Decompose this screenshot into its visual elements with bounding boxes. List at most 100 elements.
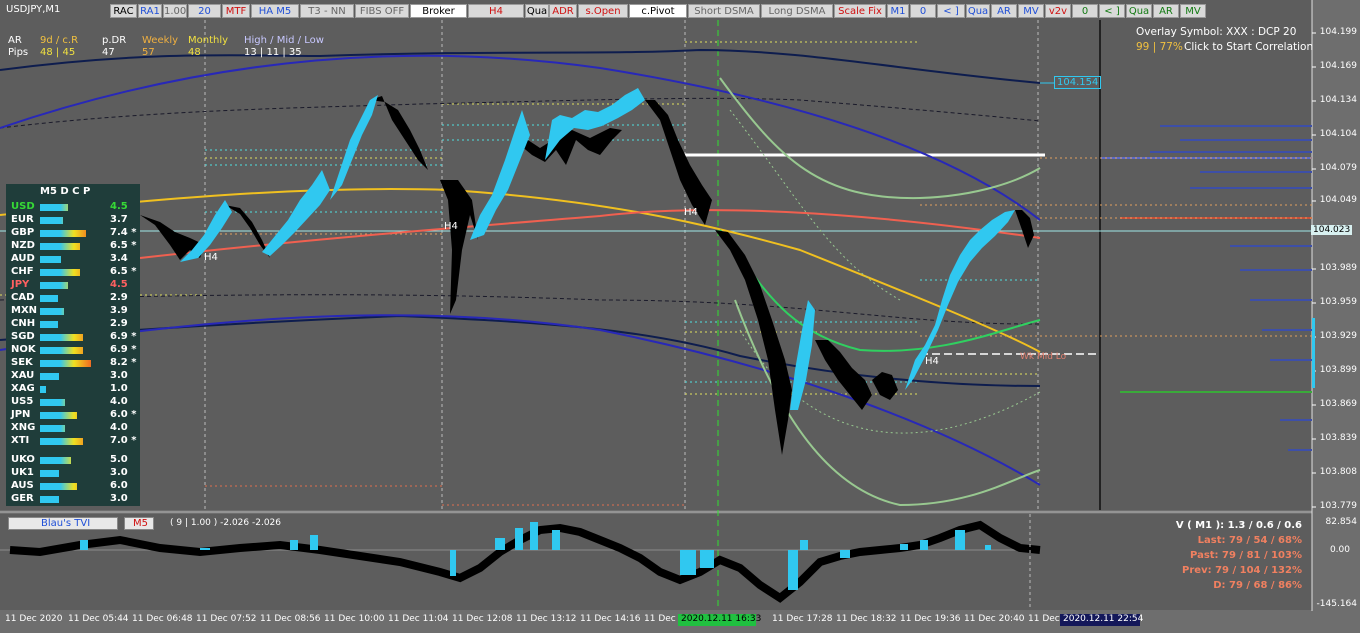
symbol-title: USDJPY,M1 — [6, 4, 61, 15]
toolbar-button-v2v[interactable]: v2v — [1045, 4, 1071, 18]
dcp-strength-bar — [40, 438, 83, 445]
h4-label-4: H4 — [925, 356, 939, 367]
dcp-row-aus[interactable]: AUS 6.0 — [6, 480, 140, 493]
time-tick-label: 11 Dec 17:28 — [772, 614, 833, 624]
toolbar-button-qua[interactable]: Qua — [1126, 4, 1152, 18]
dcp-value: 8.2 * — [110, 357, 137, 368]
toolbar-button-c-pivot[interactable]: c.Pivot — [629, 4, 687, 18]
toolbar-button-h4[interactable]: H4 — [468, 4, 524, 18]
dcp-row-usd[interactable]: USD 4.5 — [6, 201, 140, 214]
toolbar-button-t3-nn[interactable]: T3 - NN — [300, 4, 354, 18]
dcp-row-sgd[interactable]: SGD 6.9 * — [6, 331, 140, 344]
toolbar-button-mv[interactable]: MV — [1180, 4, 1206, 18]
toolbar-button-mtf[interactable]: MTF — [222, 4, 250, 18]
dcp-row-xag[interactable]: XAG 1.0 — [6, 383, 140, 396]
h4-label-3: H4 — [684, 207, 698, 218]
dcp-row-aud[interactable]: AUD 3.4 — [6, 253, 140, 266]
v-stats-last: Last: 79 / 54 / 68% — [1197, 535, 1302, 546]
dcp-value: 3.0 — [110, 467, 128, 478]
dcp-row-xau[interactable]: XAU 3.0 — [6, 370, 140, 383]
dcp-row-gbp[interactable]: GBP 7.4 * — [6, 227, 140, 240]
dcp-row-jpn[interactable]: JPN 6.0 * — [6, 409, 140, 422]
v-stats-d: D: 79 / 68 / 86% — [1213, 580, 1302, 591]
h4-label-2: H4 — [444, 221, 458, 232]
dcp-row-us5[interactable]: US5 4.0 — [6, 396, 140, 409]
dcp-currency: CHF — [11, 266, 34, 277]
toolbar-button-short-dsma[interactable]: Short DSMA — [688, 4, 760, 18]
dcp-strength-bar — [40, 470, 59, 477]
monthly-value: 48 — [188, 47, 201, 58]
dcp-title: M5 D C P — [40, 186, 91, 197]
dcp-row-chf[interactable]: CHF 6.5 * — [6, 266, 140, 279]
time-tick-label: 11 Dec — [1028, 614, 1060, 624]
dcp-row-uk1[interactable]: UK1 3.0 — [6, 467, 140, 480]
indicator-axis-top: 82.854 — [1325, 517, 1358, 527]
dcp-row-sek[interactable]: SEK 8.2 * — [6, 357, 140, 370]
dcp-row-nok[interactable]: NOK 6.9 * — [6, 344, 140, 357]
toolbar-button-ra1[interactable]: RA1 — [138, 4, 162, 18]
dcp-row-xti[interactable]: XTI 7.0 * — [6, 435, 140, 448]
toolbar-button-[interactable]: < ] — [937, 4, 965, 18]
toolbar-button-scale-fix[interactable]: Scale Fix — [834, 4, 886, 18]
dcp-row-nzd[interactable]: NZD 6.5 * — [6, 240, 140, 253]
dcp-value: 5.0 — [110, 454, 128, 465]
time-last-label: 2020.12.11 22:54 — [1063, 614, 1144, 624]
toolbar-button-ha-m5[interactable]: HA M5 — [251, 4, 299, 18]
toolbar-button-0[interactable]: 0 — [910, 4, 936, 18]
toolbar-button-long-dsma[interactable]: Long DSMA — [761, 4, 833, 18]
toolbar-button-broker[interactable]: Broker — [410, 4, 467, 18]
toolbar-button-ar[interactable]: AR — [991, 4, 1017, 18]
hml-header: High / Mid / Low — [244, 35, 324, 46]
toolbar-button-adr[interactable]: ADR — [549, 4, 577, 18]
price-tick-label: 104.079 — [1319, 163, 1357, 173]
dcp-row-mxn[interactable]: MXN 3.9 — [6, 305, 140, 318]
dcp-row-eur[interactable]: EUR 3.7 — [6, 214, 140, 227]
toolbar-button-rac[interactable]: RAC — [110, 4, 137, 18]
toolbar-button-fibs-off[interactable]: FIBS OFF — [355, 4, 409, 18]
chart-canvas[interactable] — [0, 0, 1360, 633]
pdr-value: 47 — [102, 47, 115, 58]
overlay-correlation-link[interactable]: Click to Start Correlation — [1184, 41, 1313, 53]
toolbar-button-mv[interactable]: MV — [1018, 4, 1044, 18]
dcp-currency: UKO — [11, 454, 35, 465]
overlay-corr-value: 99 | 77% — [1136, 41, 1183, 53]
dcp-strength-bar — [40, 457, 71, 464]
price-tick-label: 104.104 — [1319, 129, 1357, 139]
dcp-row-ger[interactable]: GER 3.0 — [6, 493, 140, 506]
toolbar-button-20[interactable]: 20 — [188, 4, 221, 18]
dcp-currency: CNH — [11, 318, 36, 329]
price-tick-label: 103.839 — [1319, 433, 1357, 443]
nine-day-header: 9d / c.R — [40, 35, 79, 46]
dcp-row-uko[interactable]: UKO 5.0 — [6, 454, 140, 467]
indicator-tf-box[interactable]: M5 — [124, 517, 154, 530]
dcp-row-xng[interactable]: XNG 4.0 — [6, 422, 140, 435]
dcp-strength-bar — [40, 321, 58, 328]
price-tick-label: 104.199 — [1319, 27, 1357, 37]
dcp-strength-bar — [40, 386, 46, 393]
dcp-row-cad[interactable]: CAD 2.9 — [6, 292, 140, 305]
dcp-row-cnh[interactable]: CNH 2.9 — [6, 318, 140, 331]
indicator-name-box[interactable]: Blau's TVI — [8, 517, 118, 530]
toolbar-button-m1[interactable]: M1 — [887, 4, 909, 18]
toolbar-button-s-open[interactable]: s.Open — [578, 4, 628, 18]
toolbar-button-1-00[interactable]: 1.00 — [163, 4, 187, 18]
pips-label: Pips — [8, 47, 29, 58]
dcp-currency: NZD — [11, 240, 35, 251]
dcp-value: 3.4 — [110, 253, 128, 264]
toolbar-button-0[interactable]: 0 — [1072, 4, 1098, 18]
toolbar-button-qua[interactable]: Qua — [966, 4, 990, 18]
dcp-row-jpy[interactable]: JPY 4.5 — [6, 279, 140, 292]
toolbar-button-ar[interactable]: AR — [1153, 4, 1179, 18]
toolbar-button-[interactable]: < ] — [1099, 4, 1125, 18]
dcp-value: 3.7 — [110, 214, 128, 225]
dcp-strength-bar — [40, 282, 68, 289]
pdr-header: p.DR — [102, 35, 127, 46]
toolbar-button-qua[interactable]: Qua — [525, 4, 549, 18]
indicator-tf: M5 — [133, 518, 148, 529]
dcp-strength-bar — [40, 412, 77, 419]
overlay-symbol[interactable]: Overlay Symbol: XXX : DCP 20 — [1136, 26, 1296, 38]
v-stats-title: V ( M1 ): 1.3 / 0.6 / 0.6 — [1175, 520, 1302, 531]
dcp-strength-bar — [40, 243, 80, 250]
dcp-currency: XTI — [11, 435, 30, 446]
indicator-pane — [0, 514, 1312, 610]
